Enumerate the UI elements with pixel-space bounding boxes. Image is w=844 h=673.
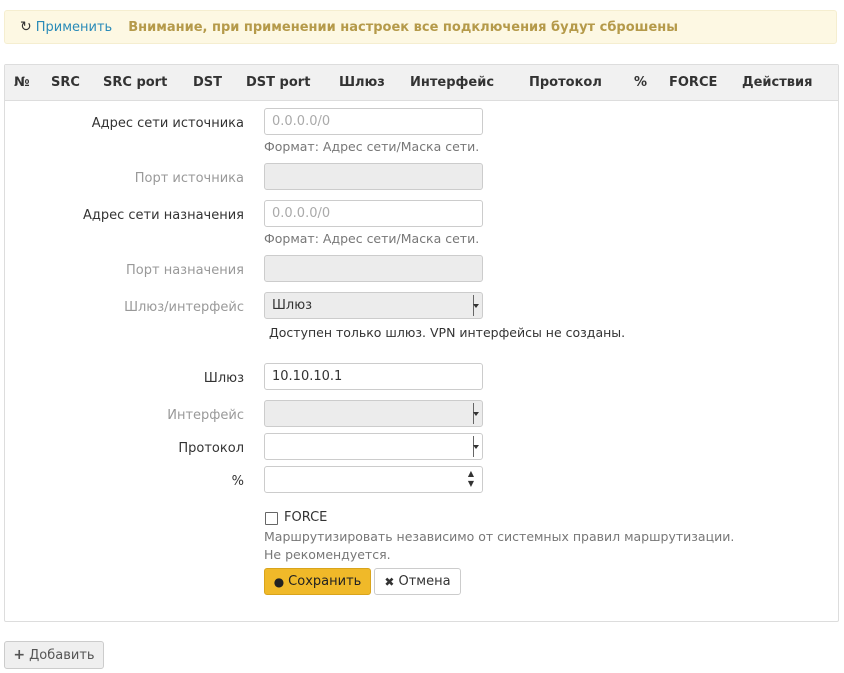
gw-iface-value: Шлюз bbox=[272, 298, 313, 313]
percent-input[interactable]: ▲ ▼ bbox=[264, 466, 483, 493]
apply-label: Применить bbox=[35, 19, 113, 35]
percent-label: % bbox=[231, 474, 244, 489]
src-net-label: Адрес сети источника bbox=[91, 116, 244, 131]
chevron-down-icon bbox=[473, 295, 480, 316]
src-net-help: Формат: Адрес сети/Маска сети. bbox=[264, 139, 480, 154]
th-src-port: SRC port bbox=[103, 75, 168, 90]
gw-iface-select[interactable]: Шлюз bbox=[264, 292, 483, 319]
src-net-input[interactable]: 0.0.0.0/0 bbox=[264, 108, 483, 135]
src-port-label: Порт источника bbox=[134, 171, 244, 186]
save-button[interactable]: ● Сохранить bbox=[264, 568, 371, 595]
refresh-icon: ↻ bbox=[20, 19, 32, 35]
protocol-label: Протокол bbox=[178, 441, 244, 456]
th-number: № bbox=[14, 75, 30, 90]
cancel-button[interactable]: ✖ Отмена bbox=[374, 568, 461, 595]
gw-iface-help: Доступен только шлюз. VPN интерфейсы не … bbox=[269, 325, 626, 340]
routes-table: № SRC SRC port DST DST port Шлюз Интерфе… bbox=[4, 64, 839, 622]
force-label: FORCE bbox=[284, 510, 328, 525]
protocol-select[interactable] bbox=[264, 433, 483, 460]
th-src: SRC bbox=[51, 75, 80, 90]
th-dst-port: DST port bbox=[246, 75, 311, 90]
save-label: Сохранить bbox=[288, 574, 362, 589]
th-force: FORCE bbox=[669, 75, 718, 90]
th-dst: DST bbox=[193, 75, 223, 90]
gateway-label: Шлюз bbox=[203, 371, 244, 386]
add-button[interactable]: + Добавить bbox=[4, 641, 104, 669]
dst-net-input[interactable]: 0.0.0.0/0 bbox=[264, 200, 483, 227]
force-help: Маршрутизировать независимо от системных… bbox=[264, 529, 735, 562]
interface-label: Интерфейс bbox=[167, 408, 244, 423]
apply-link[interactable]: ↻ Применить bbox=[20, 19, 112, 35]
dst-port-label: Порт назначения bbox=[126, 263, 244, 278]
add-label: Добавить bbox=[29, 647, 95, 663]
src-net-placeholder: 0.0.0.0/0 bbox=[272, 114, 331, 129]
interface-select[interactable] bbox=[264, 400, 483, 427]
warning-alert: ↻ Применить Внимание, при применении нас… bbox=[4, 10, 837, 44]
close-icon: ✖ bbox=[384, 574, 395, 589]
dst-net-help: Формат: Адрес сети/Маска сети. bbox=[264, 231, 480, 246]
table-header: № SRC SRC port DST DST port Шлюз Интерфе… bbox=[5, 65, 838, 101]
check-circle-icon: ● bbox=[273, 574, 285, 589]
th-percent: % bbox=[634, 75, 648, 90]
chevron-down-icon bbox=[473, 436, 480, 457]
th-protocol: Протокол bbox=[529, 75, 602, 90]
gateway-value: 10.10.10.1 bbox=[272, 369, 343, 384]
dst-port-input[interactable] bbox=[264, 255, 483, 282]
gw-iface-label: Шлюз/интерфейс bbox=[124, 300, 244, 315]
chevron-down-icon bbox=[473, 403, 480, 424]
alert-message: Внимание, при применении настроек все по… bbox=[128, 19, 678, 35]
force-checkbox[interactable] bbox=[265, 512, 278, 525]
src-port-input[interactable] bbox=[264, 163, 483, 190]
gateway-input[interactable]: 10.10.10.1 bbox=[264, 363, 483, 390]
cancel-label: Отмена bbox=[398, 574, 451, 589]
dst-net-placeholder: 0.0.0.0/0 bbox=[272, 206, 331, 221]
dst-net-label: Адрес сети назначения bbox=[82, 208, 244, 223]
th-interface: Интерфейс bbox=[410, 75, 495, 90]
th-gateway: Шлюз bbox=[339, 75, 385, 90]
plus-icon: + bbox=[13, 647, 26, 663]
th-actions: Действия bbox=[742, 75, 813, 90]
stepper-icon[interactable]: ▲ ▼ bbox=[468, 469, 474, 489]
